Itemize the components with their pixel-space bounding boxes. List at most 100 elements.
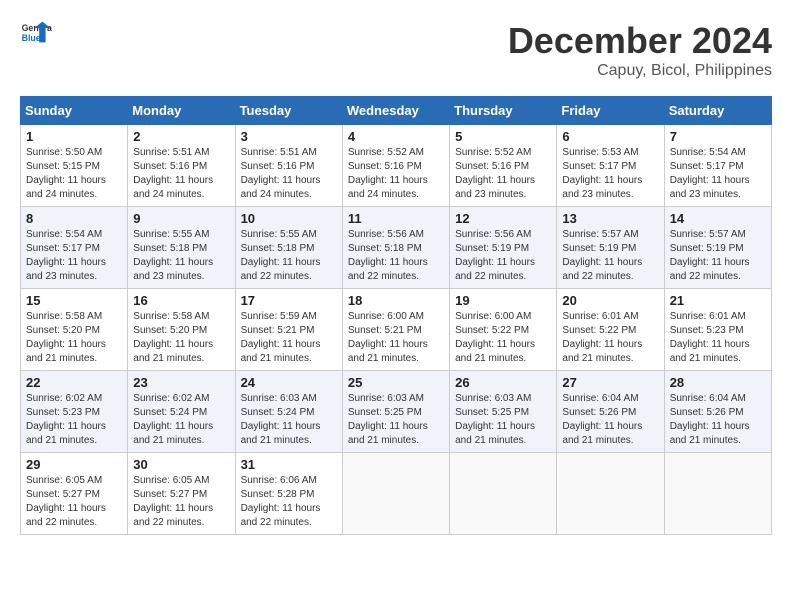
calendar-cell-2-2: 17 Sunrise: 5:59 AM Sunset: 5:21 PM Dayli…: [235, 289, 342, 371]
calendar-cell-2-1: 16Sunrise: 5:58 AM Sunset: 5:20 PM Dayli…: [128, 289, 235, 371]
day-number: 31: [241, 457, 337, 472]
day-info: Sunrise: 5:59 AM Sunset: 5:21 PM Dayligh…: [241, 310, 337, 366]
day-number: 27: [562, 375, 658, 390]
day-info: Sunrise: 6:01 AM Sunset: 5:22 PM Dayligh…: [562, 310, 658, 366]
calendar-cell-0-5: 6Sunrise: 5:53 AM Sunset: 5:17 PM Daylig…: [557, 125, 664, 207]
day-number: 7: [670, 129, 766, 144]
calendar-cell-4-3: [342, 453, 449, 535]
day-info: Sunrise: 5:52 AM Sunset: 5:16 PM Dayligh…: [348, 146, 444, 202]
day-info: Sunrise: 6:03 AM Sunset: 5:25 PM Dayligh…: [455, 392, 551, 448]
day-number: 24: [241, 375, 337, 390]
day-number: 4: [348, 129, 444, 144]
day-number: 9: [133, 211, 229, 226]
week-row-2: 15 Sunrise: 5:58 AM Sunset: 5:20 PM Dayli…: [21, 289, 772, 371]
day-info: Sunrise: 6:04 AM Sunset: 5:26 PM Dayligh…: [670, 392, 766, 448]
day-info: Sunrise: 6:01 AM Sunset: 5:23 PM Dayligh…: [670, 310, 766, 366]
page-header: General Blue December 2024 Capuy, Bicol,…: [20, 20, 772, 80]
week-row-4: 29 Sunrise: 6:05 AM Sunset: 5:27 PM Dayli…: [21, 453, 772, 535]
calendar-cell-1-1: 9 Sunrise: 5:55 AM Sunset: 5:18 PM Daylig…: [128, 207, 235, 289]
svg-text:General: General: [22, 23, 52, 33]
day-number: 11: [348, 211, 444, 226]
calendar-cell-3-3: 25 Sunrise: 6:03 AM Sunset: 5:25 PM Dayli…: [342, 371, 449, 453]
day-info: Sunrise: 5:58 AM Sunset: 5:20 PM Dayligh…: [133, 310, 229, 366]
calendar-cell-1-4: 12 Sunrise: 5:56 AM Sunset: 5:19 PM Dayli…: [450, 207, 557, 289]
header-friday: Friday: [557, 97, 664, 125]
day-number: 8: [26, 211, 122, 226]
day-info: Sunrise: 6:06 AM Sunset: 5:28 PM Dayligh…: [241, 474, 337, 530]
month-title: December 2024: [508, 20, 772, 62]
day-number: 14: [670, 211, 766, 226]
calendar-cell-1-3: 11 Sunrise: 5:56 AM Sunset: 5:18 PM Dayli…: [342, 207, 449, 289]
day-number: 30: [133, 457, 229, 472]
calendar-cell-3-1: 23Sunrise: 6:02 AM Sunset: 5:24 PM Dayli…: [128, 371, 235, 453]
calendar-cell-3-4: 26Sunrise: 6:03 AM Sunset: 5:25 PM Dayli…: [450, 371, 557, 453]
header-wednesday: Wednesday: [342, 97, 449, 125]
day-number: 15: [26, 293, 122, 308]
day-number: 1: [26, 129, 122, 144]
header-tuesday: Tuesday: [235, 97, 342, 125]
day-info: Sunrise: 5:56 AM Sunset: 5:18 PM Dayligh…: [348, 228, 444, 284]
day-number: 19: [455, 293, 551, 308]
calendar-cell-3-0: 22 Sunrise: 6:02 AM Sunset: 5:23 PM Dayli…: [21, 371, 128, 453]
day-number: 29: [26, 457, 122, 472]
week-row-0: 1 Sunrise: 5:50 AM Sunset: 5:15 PM Daylig…: [21, 125, 772, 207]
week-row-3: 22 Sunrise: 6:02 AM Sunset: 5:23 PM Dayli…: [21, 371, 772, 453]
day-info: Sunrise: 5:50 AM Sunset: 5:15 PM Dayligh…: [26, 146, 122, 202]
calendar-cell-3-6: 28Sunrise: 6:04 AM Sunset: 5:26 PM Dayli…: [664, 371, 771, 453]
day-number: 5: [455, 129, 551, 144]
day-info: Sunrise: 5:56 AM Sunset: 5:19 PM Dayligh…: [455, 228, 551, 284]
week-row-1: 8Sunrise: 5:54 AM Sunset: 5:17 PM Daylig…: [21, 207, 772, 289]
day-number: 20: [562, 293, 658, 308]
calendar-cell-2-4: 19 Sunrise: 6:00 AM Sunset: 5:22 PM Dayli…: [450, 289, 557, 371]
day-info: Sunrise: 6:04 AM Sunset: 5:26 PM Dayligh…: [562, 392, 658, 448]
calendar-cell-3-2: 24 Sunrise: 6:03 AM Sunset: 5:24 PM Dayli…: [235, 371, 342, 453]
header-sunday: Sunday: [21, 97, 128, 125]
day-info: Sunrise: 5:57 AM Sunset: 5:19 PM Dayligh…: [670, 228, 766, 284]
calendar-cell-4-4: [450, 453, 557, 535]
day-number: 18: [348, 293, 444, 308]
calendar-cell-4-5: [557, 453, 664, 535]
day-info: Sunrise: 6:00 AM Sunset: 5:21 PM Dayligh…: [348, 310, 444, 366]
day-number: 12: [455, 211, 551, 226]
calendar-cell-1-6: 14 Sunrise: 5:57 AM Sunset: 5:19 PM Dayli…: [664, 207, 771, 289]
day-info: Sunrise: 5:53 AM Sunset: 5:17 PM Dayligh…: [562, 146, 658, 202]
logo-icon: General Blue: [20, 20, 52, 48]
calendar-cell-0-1: 2 Sunrise: 5:51 AM Sunset: 5:16 PM Daylig…: [128, 125, 235, 207]
day-number: 25: [348, 375, 444, 390]
day-number: 21: [670, 293, 766, 308]
day-info: Sunrise: 5:55 AM Sunset: 5:18 PM Dayligh…: [241, 228, 337, 284]
day-info: Sunrise: 6:00 AM Sunset: 5:22 PM Dayligh…: [455, 310, 551, 366]
calendar-cell-4-6: [664, 453, 771, 535]
header-thursday: Thursday: [450, 97, 557, 125]
day-number: 2: [133, 129, 229, 144]
day-info: Sunrise: 6:05 AM Sunset: 5:27 PM Dayligh…: [133, 474, 229, 530]
calendar-cell-2-6: 21 Sunrise: 6:01 AM Sunset: 5:23 PM Dayli…: [664, 289, 771, 371]
day-number: 22: [26, 375, 122, 390]
calendar-table: Sunday Monday Tuesday Wednesday Thursday…: [20, 96, 772, 535]
day-number: 3: [241, 129, 337, 144]
logo: General Blue: [20, 20, 52, 48]
day-number: 10: [241, 211, 337, 226]
day-info: Sunrise: 5:58 AM Sunset: 5:20 PM Dayligh…: [26, 310, 122, 366]
calendar-cell-2-5: 20 Sunrise: 6:01 AM Sunset: 5:22 PM Dayli…: [557, 289, 664, 371]
day-info: Sunrise: 5:51 AM Sunset: 5:16 PM Dayligh…: [241, 146, 337, 202]
calendar-cell-4-1: 30 Sunrise: 6:05 AM Sunset: 5:27 PM Dayli…: [128, 453, 235, 535]
day-info: Sunrise: 5:54 AM Sunset: 5:17 PM Dayligh…: [670, 146, 766, 202]
calendar-cell-3-5: 27 Sunrise: 6:04 AM Sunset: 5:26 PM Dayli…: [557, 371, 664, 453]
calendar-cell-1-0: 8Sunrise: 5:54 AM Sunset: 5:17 PM Daylig…: [21, 207, 128, 289]
day-info: Sunrise: 6:05 AM Sunset: 5:27 PM Dayligh…: [26, 474, 122, 530]
svg-text:Blue: Blue: [22, 33, 41, 43]
day-info: Sunrise: 6:03 AM Sunset: 5:24 PM Dayligh…: [241, 392, 337, 448]
day-info: Sunrise: 5:55 AM Sunset: 5:18 PM Dayligh…: [133, 228, 229, 284]
calendar-cell-0-3: 4 Sunrise: 5:52 AM Sunset: 5:16 PM Daylig…: [342, 125, 449, 207]
day-info: Sunrise: 6:03 AM Sunset: 5:25 PM Dayligh…: [348, 392, 444, 448]
day-info: Sunrise: 5:57 AM Sunset: 5:19 PM Dayligh…: [562, 228, 658, 284]
day-number: 17: [241, 293, 337, 308]
day-info: Sunrise: 6:02 AM Sunset: 5:23 PM Dayligh…: [26, 392, 122, 448]
calendar-cell-0-0: 1 Sunrise: 5:50 AM Sunset: 5:15 PM Daylig…: [21, 125, 128, 207]
day-info: Sunrise: 5:51 AM Sunset: 5:16 PM Dayligh…: [133, 146, 229, 202]
header-saturday: Saturday: [664, 97, 771, 125]
title-area: December 2024 Capuy, Bicol, Philippines: [508, 20, 772, 80]
day-number: 23: [133, 375, 229, 390]
calendar-cell-0-4: 5Sunrise: 5:52 AM Sunset: 5:16 PM Daylig…: [450, 125, 557, 207]
